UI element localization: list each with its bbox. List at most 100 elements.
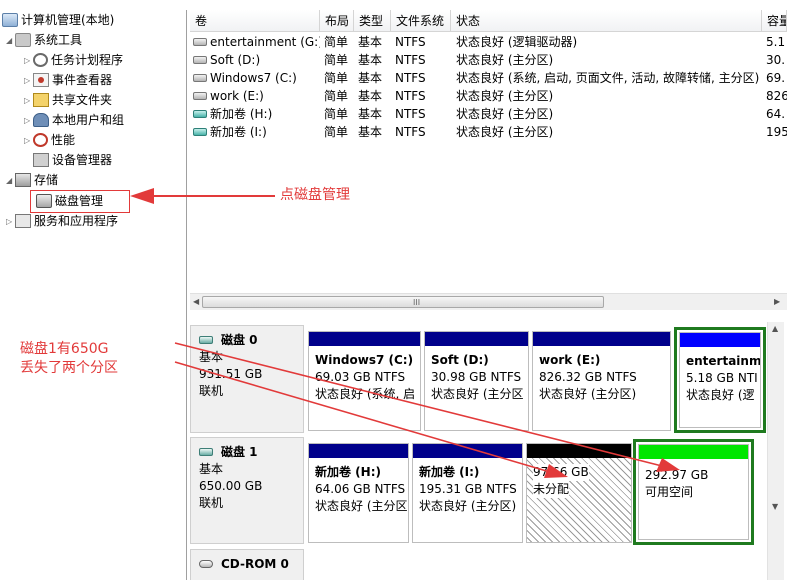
scroll-down-icon[interactable]: ▼ xyxy=(772,502,778,511)
scrollbar-grip: III xyxy=(413,298,421,307)
volume-icon xyxy=(193,91,207,100)
cell-text: work (E:) xyxy=(210,89,264,103)
tree-item-performance[interactable]: ▷ 性能 xyxy=(24,130,75,150)
column-header-filesystem[interactable]: 文件系统 xyxy=(391,10,451,32)
disk-1-label[interactable]: 磁盘 1 基本 650.00 GB 联机 xyxy=(190,437,304,544)
tree-item-storage[interactable]: ◢ 存储 xyxy=(6,170,58,190)
expand-icon[interactable]: ▷ xyxy=(24,51,33,71)
partition-bar xyxy=(639,445,748,459)
tree-item-services-apps[interactable]: ▷ 服务和应用程序 xyxy=(6,211,118,231)
tree-item-system-tools[interactable]: ◢ 系统工具 xyxy=(6,30,82,50)
event-viewer-icon xyxy=(33,72,49,87)
scroll-right-icon[interactable]: ▶ xyxy=(774,296,780,308)
computer-management-window: 计算机管理(本地) ◢ 系统工具 ▷ 任务计划程序 ▷ 事件查看器 ▷ 共享文件夹 ▷ 本… xyxy=(0,0,787,580)
column-header-status[interactable]: 状态 xyxy=(451,10,762,32)
expand-icon[interactable]: ▷ xyxy=(24,91,33,111)
expand-icon[interactable]: ▷ xyxy=(6,212,15,232)
table-cell-fs: NTFS xyxy=(395,51,451,69)
cdrom-label[interactable]: CD-ROM 0 xyxy=(190,549,304,580)
tree-item-root[interactable]: 计算机管理(本地) xyxy=(2,10,114,30)
disk-state: 联机 xyxy=(199,496,224,510)
table-cell-type: 基本 xyxy=(358,87,391,105)
partition-status: 状态良好 (主分区 xyxy=(315,499,408,513)
annotation-click-disk-management: 点磁盘管理 xyxy=(280,187,350,203)
tree-item-event-viewer[interactable]: ▷ 事件查看器 xyxy=(24,70,112,90)
table-row[interactable]: work (E:) 简单 基本 NTFS 状态良好 (主分区) 826 xyxy=(190,87,787,105)
table-cell-layout: 简单 xyxy=(324,33,354,51)
cell-text: 新加卷 (H:) xyxy=(210,107,273,121)
cell-text: NTFS xyxy=(395,71,426,85)
cell-text: 状态良好 (主分区) xyxy=(456,89,554,103)
collapse-icon[interactable]: ◢ xyxy=(6,171,15,191)
partition-status: 状态良好 (系统, 启 xyxy=(315,387,416,401)
partition-unallocated[interactable]: 97.66 GB 未分配 xyxy=(526,443,632,543)
partition-e[interactable]: work (E:) 826.32 GB NTFS 状态良好 (主分区) xyxy=(532,331,671,431)
cell-text: 69. xyxy=(766,71,786,85)
annotation-note-line-1: 磁盘1有650G xyxy=(20,341,109,357)
cell-text: Soft (D:) xyxy=(210,53,261,67)
column-header-volume[interactable]: 卷 xyxy=(190,10,320,32)
column-header-type[interactable]: 类型 xyxy=(354,10,391,32)
expand-icon[interactable]: ▷ xyxy=(24,131,33,151)
scroll-up-icon[interactable]: ▲ xyxy=(772,324,778,333)
annotation-highlight-box xyxy=(30,190,130,213)
volume-list: 卷 布局 类型 文件系统 状态 容量 entertainment (G:)简单基… xyxy=(190,10,787,310)
partition-bar xyxy=(680,333,760,347)
disk-type: 基本 xyxy=(199,350,224,364)
table-row[interactable]: Windows7 (C:) 简单 基本 NTFS 状态良好 (系统, 启动, 页面文件,… xyxy=(190,69,787,87)
partition-free-space[interactable]: 292.97 GB 可用空间 xyxy=(638,444,749,540)
cdrom-icon xyxy=(199,559,213,568)
volume-icon xyxy=(193,55,207,64)
cell-text: 基本 xyxy=(358,53,383,67)
partition-name: 新加卷 (I:) xyxy=(419,465,480,479)
partition-i[interactable]: 新加卷 (I:) 195.31 GB NTFS 状态良好 (主分区) xyxy=(412,443,523,543)
collapse-icon[interactable]: ◢ xyxy=(6,31,15,51)
disk-0-label[interactable]: 磁盘 0 基本 931.51 GB 联机 xyxy=(190,325,304,433)
expand-icon[interactable]: ▷ xyxy=(24,71,33,91)
table-cell-fs: NTFS xyxy=(395,123,451,141)
partition-name: Soft (D:) xyxy=(431,353,489,367)
scrollbar-thumb[interactable]: III xyxy=(202,296,604,308)
expand-icon[interactable]: ▷ xyxy=(24,111,33,131)
table-cell-capacity: 64. xyxy=(766,105,787,123)
table-cell-type: 基本 xyxy=(358,123,391,141)
cell-text: 简单 xyxy=(324,53,349,67)
table-row[interactable]: entertainment (G:) 简单 基本 NTFS 状态良好 (逻辑驱动器) 5.… xyxy=(190,33,787,51)
disk-size: 650.00 GB xyxy=(199,479,263,493)
table-cell-name: Soft (D:) xyxy=(193,51,320,69)
volume-icon xyxy=(193,73,207,82)
partition-name: entertainm xyxy=(686,354,761,368)
scroll-left-icon[interactable]: ◀ xyxy=(193,296,199,308)
tree-item-local-users[interactable]: ▷ 本地用户和组 xyxy=(24,110,124,130)
table-row[interactable]: 新加卷 (I:) 简单 基本 NTFS 状态良好 (主分区) 195 xyxy=(190,123,787,141)
table-cell-type: 基本 xyxy=(358,105,391,123)
table-cell-layout: 简单 xyxy=(324,123,354,141)
partition-size: 97.66 GB xyxy=(533,464,589,481)
tree-item-label: 事件查看器 xyxy=(52,73,113,87)
horizontal-scrollbar[interactable]: ◀ III ▶ xyxy=(190,293,787,310)
partition-size: 292.97 GB xyxy=(645,468,709,482)
column-header-capacity[interactable]: 容量 xyxy=(762,10,787,32)
disk-icon xyxy=(199,447,213,456)
table-cell-capacity: 30. xyxy=(766,51,787,69)
tree-item-label: 系统工具 xyxy=(34,33,83,47)
partition-d[interactable]: Soft (D:) 30.98 GB NTFS 状态良好 (主分区 xyxy=(424,331,529,431)
table-row[interactable]: 新加卷 (H:) 简单 基本 NTFS 状态良好 (主分区) 64. xyxy=(190,105,787,123)
table-cell-fs: NTFS xyxy=(395,105,451,123)
tree-item-shared-folders[interactable]: ▷ 共享文件夹 xyxy=(24,90,112,110)
column-header-layout[interactable]: 布局 xyxy=(320,10,354,32)
tree-item-task-scheduler[interactable]: ▷ 任务计划程序 xyxy=(24,50,123,70)
partition-g[interactable]: entertainm 5.18 GB NTI 状态良好 (逻 xyxy=(679,332,761,428)
volume-icon xyxy=(193,127,207,136)
cell-text: 5.1 xyxy=(766,35,786,49)
table-cell-capacity: 826 xyxy=(766,87,787,105)
partition-c[interactable]: Windows7 (C:) 69.03 GB NTFS 状态良好 (系统, 启 xyxy=(308,331,421,431)
table-cell-type: 基本 xyxy=(358,51,391,69)
table-cell-fs: NTFS xyxy=(395,33,451,51)
cell-text: 状态良好 (逻辑驱动器) xyxy=(456,35,578,49)
partition-h[interactable]: 新加卷 (H:) 64.06 GB NTFS 状态良好 (主分区 xyxy=(308,443,409,543)
tree-item-device-manager[interactable]: 设备管理器 xyxy=(33,150,112,170)
table-row[interactable]: Soft (D:) 简单 基本 NTFS 状态良好 (主分区) 30. xyxy=(190,51,787,69)
vertical-scrollbar[interactable]: ▲ ▼ xyxy=(767,322,784,580)
table-cell-name: work (E:) xyxy=(193,87,320,105)
